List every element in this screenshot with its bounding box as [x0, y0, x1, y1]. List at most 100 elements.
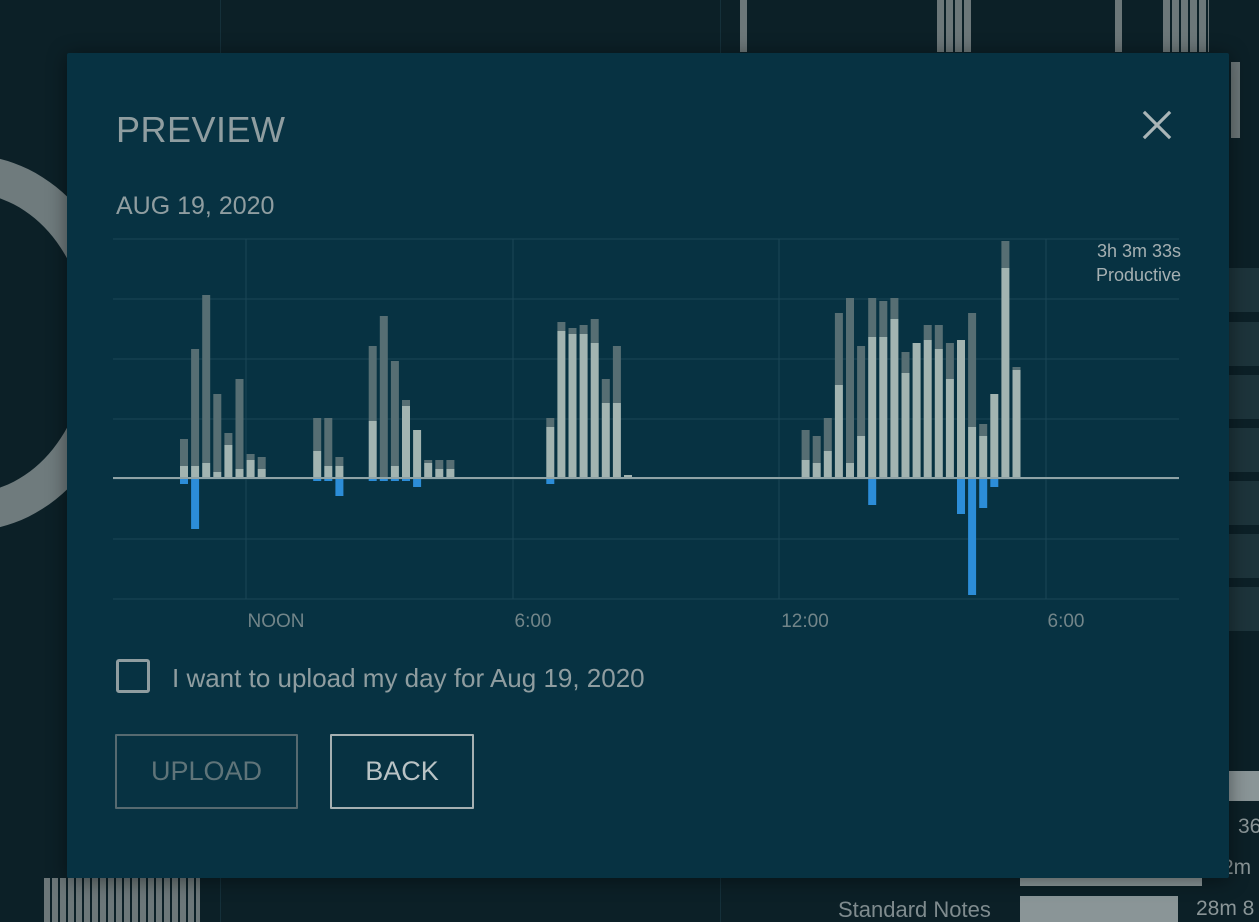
bar-productive: [335, 466, 344, 478]
bar-neutral: [313, 418, 322, 451]
background-bar: [1229, 771, 1259, 801]
bar-neutral: [435, 460, 444, 469]
bar-neutral: [601, 379, 610, 403]
bar-productive: [801, 460, 810, 478]
bar-neutral: [945, 343, 954, 379]
bar-neutral: [546, 418, 555, 427]
bar-productive: [846, 463, 854, 478]
bar-neutral: [224, 433, 233, 445]
bar-productive: [324, 466, 333, 478]
bar-productive: [923, 340, 932, 478]
bar-neutral: [801, 430, 810, 460]
background-block: [1229, 322, 1259, 366]
bar-neutral: [235, 379, 244, 469]
bar-productive: [912, 343, 921, 478]
background-legend-bar: [1020, 896, 1178, 922]
summary-total: 3h 3m 33s: [1096, 241, 1181, 261]
bar-neutral: [590, 319, 599, 343]
bar-neutral: [934, 325, 943, 349]
bar-neutral: [1001, 241, 1010, 268]
bar-productive: [202, 463, 211, 478]
bar-neutral: [257, 457, 266, 469]
bar-productive: [390, 466, 399, 478]
bar-productive: [568, 334, 577, 478]
bar-productive: [368, 421, 377, 478]
bar-neutral: [246, 454, 255, 460]
close-button[interactable]: [1137, 105, 1177, 145]
bar-productive: [945, 379, 954, 478]
x-tick-label: 6:00: [1048, 611, 1085, 632]
bar-productive: [557, 331, 566, 478]
bar-neutral: [834, 313, 843, 385]
bar-productive: [257, 469, 266, 478]
bar-productive: [879, 337, 888, 478]
bar-productive: [1012, 370, 1021, 478]
bar-productive: [224, 445, 233, 478]
x-tick-label: NOON: [248, 611, 305, 632]
bar-neutral: [857, 346, 866, 436]
bar-distracting: [191, 478, 200, 529]
bar-neutral: [557, 322, 566, 331]
upload-consent-label[interactable]: I want to upload my day for Aug 19, 2020: [172, 663, 645, 694]
bar-distracting: [957, 478, 965, 514]
bar-productive: [435, 469, 444, 478]
bar-neutral: [846, 298, 854, 463]
bar-productive: [191, 466, 200, 478]
bar-productive: [957, 340, 965, 478]
bar-neutral: [901, 352, 910, 373]
bar-productive: [446, 469, 455, 478]
background-bar: [1231, 62, 1240, 138]
upload-button[interactable]: UPLOAD: [115, 734, 298, 809]
bar-neutral: [579, 325, 588, 334]
background-bar: [740, 0, 747, 52]
bar-neutral: [568, 328, 577, 334]
bar-productive: [812, 463, 821, 478]
modal-title: PREVIEW: [116, 109, 286, 150]
bar-productive: [979, 436, 988, 478]
bar-neutral: [868, 298, 877, 337]
x-tick-label: 12:00: [781, 611, 829, 632]
background-bar: [1163, 0, 1209, 52]
x-tick-label: 6:00: [515, 611, 552, 632]
bar-productive: [890, 319, 899, 478]
bar-neutral: [368, 346, 377, 421]
bar-neutral: [979, 424, 988, 436]
bar-productive: [857, 436, 866, 478]
bar-neutral: [202, 295, 211, 463]
background-bar: [44, 878, 200, 922]
bar-neutral: [213, 394, 222, 472]
bar-neutral: [191, 349, 200, 466]
back-button[interactable]: BACK: [330, 734, 474, 809]
background-block: [1229, 534, 1259, 578]
bar-neutral: [890, 298, 899, 319]
bar-productive: [313, 451, 322, 478]
bar-productive: [246, 460, 255, 478]
bar-neutral: [879, 301, 888, 337]
background-bar: [1115, 0, 1122, 52]
bar-productive: [180, 466, 188, 478]
bar-neutral: [823, 418, 832, 451]
summary-label: Productive: [1095, 265, 1181, 285]
bar-neutral: [335, 457, 344, 466]
bar-distracting: [990, 478, 999, 487]
background-legend-bar: [1020, 878, 1202, 886]
background-block: [1229, 481, 1259, 525]
bar-neutral: [402, 400, 410, 406]
bar-neutral: [446, 460, 455, 469]
close-icon: [1142, 110, 1172, 140]
bar-productive: [901, 373, 910, 478]
bar-distracting: [868, 478, 877, 505]
bar-neutral: [180, 439, 188, 466]
bar-productive: [612, 403, 621, 478]
bar-neutral: [424, 460, 433, 463]
background-bar: [937, 0, 973, 52]
bar-neutral: [968, 313, 977, 427]
bar-productive: [968, 427, 977, 478]
bar-distracting: [968, 478, 977, 595]
bar-productive: [868, 337, 877, 478]
bar-productive: [934, 349, 943, 478]
upload-consent-checkbox[interactable]: [116, 659, 150, 693]
bar-neutral: [390, 361, 399, 466]
bar-distracting: [335, 478, 344, 496]
background-block: [1229, 587, 1259, 631]
